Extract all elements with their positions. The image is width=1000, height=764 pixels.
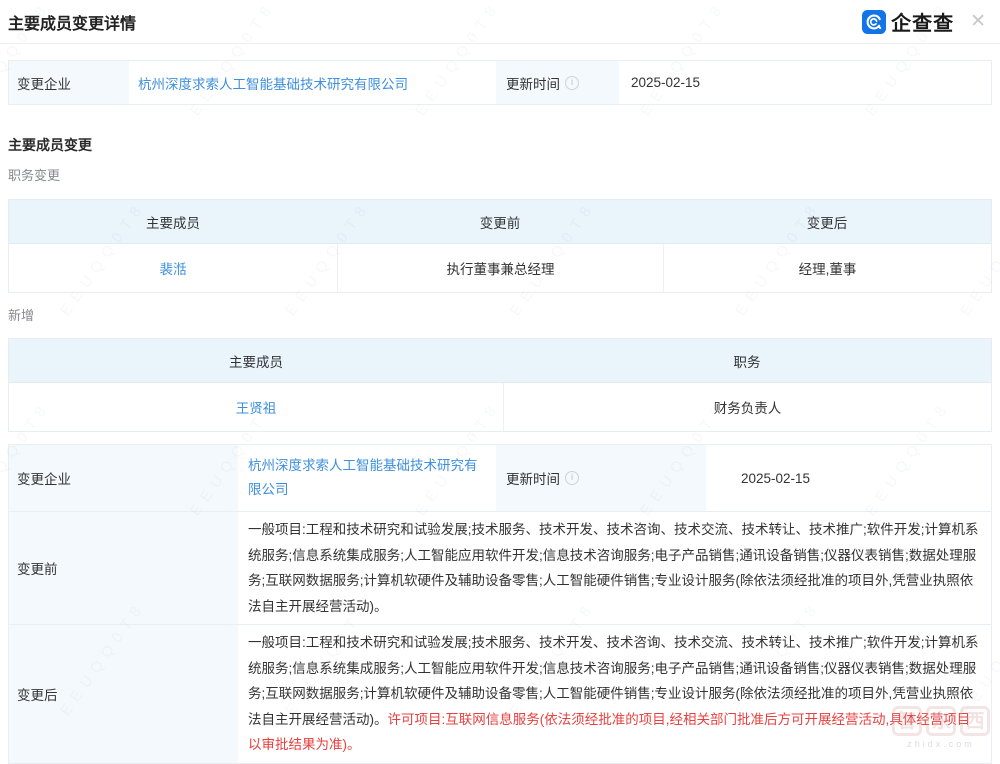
info-icon[interactable] <box>565 76 579 90</box>
update-time-label: 更新时间 <box>506 468 560 488</box>
change-summary-table: 变更企业 杭州深度求索人工智能基础技术研究有限公司 更新时间 2025-02-1… <box>8 60 992 105</box>
brand-name: 企查查 <box>891 7 954 36</box>
col-header-member: 主要成员 <box>9 200 337 243</box>
new-member-table: 主要成员 职务 王贤祖 财务负责人 <box>8 338 992 432</box>
business-scope-change-table: 变更企业 杭州深度求索人工智能基础技术研究有限公司 更新时间 2025-02-1… <box>8 444 992 764</box>
table-row: 王贤祖 财务负责人 <box>9 383 991 431</box>
member-cell: 裴湉 <box>9 244 337 292</box>
section-title: 主要成员变更 <box>8 135 992 155</box>
company-link[interactable]: 杭州深度求索人工智能基础技术研究有限公司 <box>138 73 408 93</box>
before-cell: 执行董事兼总经理 <box>337 244 663 292</box>
company-cell: 杭州深度求索人工智能基础技术研究有限公司 <box>129 61 496 104</box>
position-cell: 财务负责人 <box>503 383 991 431</box>
table-header-row: 主要成员 变更前 变更后 <box>9 200 991 244</box>
update-time-value: 2025-02-15 <box>706 445 991 511</box>
before-scope-text: 一般项目:工程和技术研究和试验发展;技术服务、技术开发、技术咨询、技术交流、技术… <box>238 512 991 624</box>
qichacha-brand: 企查查 <box>862 7 986 36</box>
member-link[interactable]: 王贤祖 <box>236 397 277 417</box>
dialog-body: 变更企业 杭州深度求索人工智能基础技术研究有限公司 更新时间 2025-02-1… <box>0 60 1000 764</box>
qichacha-logo-icon <box>862 10 886 34</box>
after-scope-text: 一般项目:工程和技术研究和试验发展;技术服务、技术开发、技术咨询、技术交流、技术… <box>238 625 991 763</box>
info-icon[interactable] <box>565 471 579 485</box>
member-cell: 王贤祖 <box>9 383 503 431</box>
new-member-label: 新增 <box>8 305 992 324</box>
after-row: 变更后 一般项目:工程和技术研究和试验发展;技术服务、技术开发、技术咨询、技术交… <box>9 625 991 763</box>
company-link[interactable]: 杭州深度求索人工智能基础技术研究有限公司 <box>248 454 486 502</box>
col-header-position: 职务 <box>503 339 991 382</box>
dialog-header: 主要成员变更详情 企查查 <box>0 0 1000 44</box>
after-label: 变更后 <box>9 625 238 763</box>
member-link[interactable]: 裴湉 <box>159 258 186 278</box>
company-label: 变更企业 <box>9 445 238 511</box>
col-header-before: 变更前 <box>337 200 663 243</box>
after-cell: 经理,董事 <box>663 244 991 292</box>
position-change-label: 职务变更 <box>8 165 992 184</box>
page-title: 主要成员变更详情 <box>8 10 136 34</box>
col-header-after: 变更后 <box>663 200 991 243</box>
col-header-member: 主要成员 <box>9 339 503 382</box>
table-header-row: 主要成员 职务 <box>9 339 991 383</box>
close-icon[interactable] <box>970 12 986 31</box>
company-row: 变更企业 杭州深度求索人工智能基础技术研究有限公司 更新时间 2025-02-1… <box>9 445 991 512</box>
before-row: 变更前 一般项目:工程和技术研究和试验发展;技术服务、技术开发、技术咨询、技术交… <box>9 512 991 625</box>
update-time-value: 2025-02-15 <box>619 61 991 104</box>
update-time-label-cell: 更新时间 <box>496 61 619 104</box>
update-time-label-cell: 更新时间 <box>496 445 706 511</box>
company-cell: 杭州深度求索人工智能基础技术研究有限公司 <box>238 445 496 511</box>
before-label: 变更前 <box>9 512 238 624</box>
update-time-label: 更新时间 <box>506 73 560 93</box>
table-row: 裴湉 执行董事兼总经理 经理,董事 <box>9 244 991 292</box>
company-label: 变更企业 <box>9 61 129 104</box>
position-change-table: 主要成员 变更前 变更后 裴湉 执行董事兼总经理 经理,董事 <box>8 199 992 293</box>
